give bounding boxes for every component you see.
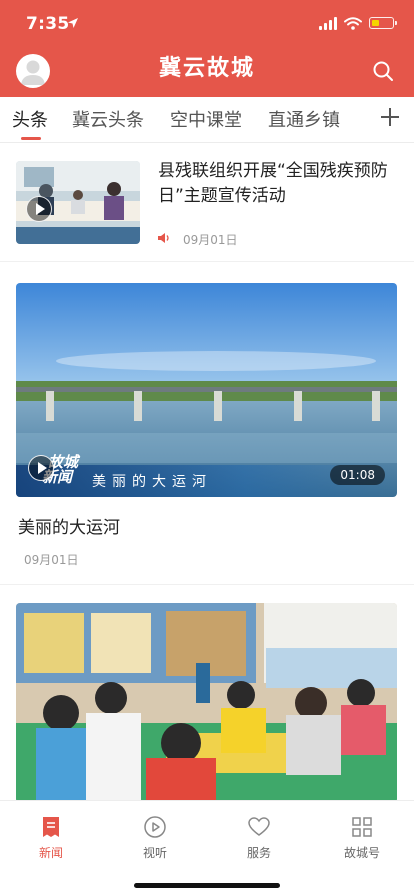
grid-icon [352,817,372,837]
nav-label: 新闻 [38,846,63,860]
news-icon [43,817,59,837]
nav-label: 服务 [246,846,271,860]
nav-label: 视听 [142,846,167,860]
home-indicator [134,883,280,888]
nav-news[interactable]: 新闻 [16,815,86,861]
heart-icon [248,817,270,836]
wifi-icon [344,16,362,30]
status-time: 7:35 [26,14,70,34]
add-channel-icon[interactable] [378,105,402,129]
nav-service[interactable]: 服务 [224,815,294,861]
play-icon[interactable] [28,455,54,481]
video-duration: 01:08 [330,465,385,485]
status-indicators [319,15,397,31]
news-title: 县残联组织开展“全国残疾预防日”主题宣传活动 [158,161,388,206]
video-caption: 美丽的大运河 [92,474,212,490]
tab-kongzhong-ketang[interactable]: 空中课堂 [170,106,242,132]
nav-gucheng-hao[interactable]: 故城号 [327,815,397,861]
cellular-signal-icon [319,16,337,30]
tab-jiyun-toutiao[interactable]: 冀云头条 [72,106,144,132]
nav-label: 故城号 [343,846,380,860]
app-title: 冀云故城 [158,56,255,81]
tab-zhitong-xiangzhen[interactable]: 直通乡镇 [268,106,340,132]
audio-speaker-icon[interactable] [157,232,170,244]
category-tabs: 头条 冀云头条 空中课堂 直通乡镇 [0,97,414,143]
bottom-nav: 新闻 视听 服务 故城号 [0,800,414,896]
play-circle-icon [144,816,166,838]
divider [0,584,414,585]
location-arrow-icon [68,18,78,28]
news-item[interactable]: 县残联组织开展“全国残疾预防日”主题宣传活动 09月01日 [0,143,414,262]
video-thumbnail [16,603,397,803]
news-title: 美丽的大运河 [18,518,120,538]
play-icon[interactable] [26,196,52,222]
nav-video[interactable]: 视听 [120,815,190,861]
search-icon[interactable] [372,60,394,82]
app-header: 7:35 冀云故城 [0,0,414,97]
news-date: 09月01日 [24,553,79,567]
news-thumbnail [16,161,140,244]
video-thumbnail: 故城 新闻 美丽的大运河 01:08 [16,283,397,497]
tab-toutiao[interactable]: 头条 [12,106,48,132]
status-bar: 7:35 [0,0,414,46]
active-tab-indicator [21,137,41,140]
battery-icon [369,17,397,29]
news-date: 09月01日 [183,233,238,247]
